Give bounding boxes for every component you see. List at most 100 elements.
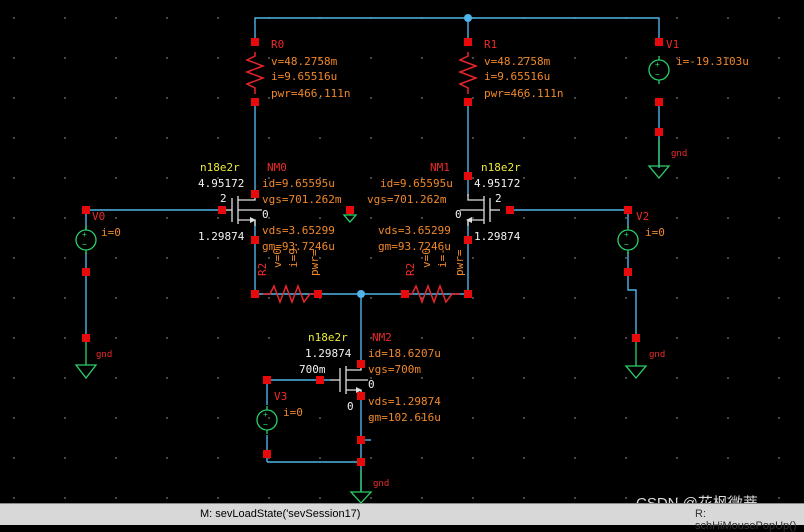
r2b-pwr: pwr= — [453, 249, 466, 276]
grid-dot — [217, 417, 219, 419]
grid-dot — [472, 217, 474, 219]
grid-dot — [13, 217, 15, 219]
grid-dot — [778, 297, 780, 299]
grid-dot — [472, 97, 474, 99]
svg-text:−: − — [263, 420, 268, 429]
grid-dot — [778, 137, 780, 139]
vsource-v3-symbol[interactable]: + − — [256, 406, 278, 434]
nm0-w: 4.95172 — [198, 177, 244, 190]
nm2-l: 700m — [299, 363, 326, 376]
resistor-r0-symbol[interactable] — [244, 52, 266, 94]
v3-i: i=0 — [283, 406, 303, 419]
nm1-vds: vds=3.65299 — [378, 224, 451, 237]
grid-dot — [625, 297, 627, 299]
grid-dot — [676, 297, 678, 299]
grid-dot — [268, 297, 270, 299]
grid-dot — [217, 457, 219, 459]
grid-dot — [472, 57, 474, 59]
nm1-gm: gm=93.7246u — [378, 240, 451, 253]
vsource-v1-symbol[interactable]: + − — [648, 56, 670, 84]
grid-dot — [268, 97, 270, 99]
r0-pwr: pwr=466.111n — [271, 87, 350, 100]
grid-dot — [523, 377, 525, 379]
grid-dot — [115, 297, 117, 299]
grid-dot — [319, 417, 321, 419]
grid-dot — [13, 377, 15, 379]
grid-dot — [166, 217, 168, 219]
grid-dot — [523, 297, 525, 299]
nm2-w: 1.29874 — [305, 347, 352, 360]
grid-dot — [64, 57, 66, 59]
gnd-label-v1: gnd — [671, 149, 687, 159]
grid-dot — [472, 297, 474, 299]
grid-dot — [574, 217, 576, 219]
grid-dot — [472, 377, 474, 379]
nm0-vds: vds=3.65299 — [262, 224, 335, 237]
grid-dot — [370, 57, 372, 59]
nm0-model: n18e2r — [200, 161, 240, 174]
grid-dot — [625, 457, 627, 459]
grid-dot — [676, 377, 678, 379]
nm2-gm: gm=102.616u — [368, 411, 441, 424]
nmos-nm1-symbol[interactable] — [460, 194, 500, 226]
r1-name: R1 — [484, 38, 497, 51]
grid-dot — [574, 417, 576, 419]
grid-dot — [523, 417, 525, 419]
grid-dot — [64, 97, 66, 99]
status-mouse-left: M: sevLoadState('sevSession17) — [200, 508, 361, 520]
grid-dot — [676, 217, 678, 219]
grid-dot — [166, 417, 168, 419]
grid-dot — [370, 217, 372, 219]
grid-dot — [778, 57, 780, 59]
grid-dot — [166, 257, 168, 259]
grid-dot — [472, 457, 474, 459]
svg-text:+: + — [655, 60, 660, 69]
grid-dot — [676, 417, 678, 419]
grid-dot — [625, 57, 627, 59]
nm0-name: NM0 — [267, 161, 287, 174]
nm2-vgs: vgs=700m — [368, 363, 421, 376]
grid-dots — [13, 17, 780, 499]
nm2-vds: vds=1.29874 — [368, 395, 441, 408]
nmos-nm0-symbol[interactable] — [222, 194, 262, 226]
grid-dot — [625, 137, 627, 139]
grid-dot — [523, 217, 525, 219]
grid-dot — [166, 177, 168, 179]
grid-dot — [472, 497, 474, 499]
v1-i: i=-19.3103u — [676, 55, 749, 68]
vsource-v2-symbol[interactable]: + − — [617, 226, 639, 254]
grid-dot — [370, 257, 372, 259]
grid-dot — [13, 417, 15, 419]
junction-dot-top — [464, 14, 472, 22]
grid-dot — [421, 217, 423, 219]
nm2-term-b: 0 — [347, 400, 354, 413]
grid-dot — [64, 257, 66, 259]
grid-dot — [115, 377, 117, 379]
grid-dot — [64, 337, 66, 339]
grid-dot — [625, 217, 627, 219]
schematic-canvas[interactable]: + − + − + − + − R0 v=48.2758m i=9.65516u… — [0, 0, 804, 503]
v3-name: V3 — [274, 390, 287, 403]
grid-dot — [778, 337, 780, 339]
grid-dot — [217, 97, 219, 99]
grid-dot — [574, 57, 576, 59]
r2a-pwr: pwr= — [308, 249, 321, 276]
grid-dot — [13, 97, 15, 99]
nm1-l: 1.29874 — [474, 230, 521, 243]
ground-symbol-v1 — [647, 140, 671, 180]
grid-dot — [217, 377, 219, 379]
grid-dot — [523, 177, 525, 179]
nmos-nm2-symbol[interactable] — [330, 364, 368, 396]
vsource-v0-symbol[interactable]: + − — [75, 226, 97, 254]
grid-dot — [13, 257, 15, 259]
grid-dot — [523, 497, 525, 499]
grid-dot — [778, 457, 780, 459]
grid-dot — [574, 377, 576, 379]
grid-dot — [778, 97, 780, 99]
gnd-label-nm2: gnd — [373, 479, 389, 489]
grid-dot — [574, 457, 576, 459]
grid-dot — [523, 337, 525, 339]
grid-dot — [625, 257, 627, 259]
grid-dot — [574, 257, 576, 259]
gnd-label-v0: gnd — [96, 350, 112, 360]
